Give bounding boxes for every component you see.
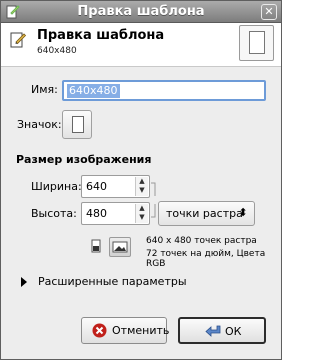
name-label: Имя:	[31, 83, 58, 96]
chain-link-icon[interactable]	[151, 182, 157, 218]
unit-select-value: точки растра	[166, 207, 243, 220]
ok-button[interactable]: ОК	[178, 317, 266, 344]
height-label: Высота:	[31, 207, 77, 220]
image-info-resolution: 72 точек на дюйм, Цвета RGB	[146, 249, 266, 269]
name-input-value: 640x480	[67, 84, 120, 98]
cancel-button[interactable]: Отменить	[81, 317, 170, 344]
header-subtitle: 640x480	[37, 46, 77, 56]
advanced-options-expander[interactable]: Расширенные параметры	[38, 275, 187, 288]
image-size-heading: Размер изображения	[16, 153, 152, 166]
portrait-orientation-button[interactable]	[85, 237, 107, 257]
image-info-pixels: 640 x 480 точек растра	[146, 236, 257, 246]
name-input[interactable]: 640x480	[62, 80, 266, 101]
width-label: Ширина:	[31, 180, 82, 193]
dialog-header: Правка шаблона 640x480	[1, 23, 281, 67]
width-value: 640	[86, 180, 107, 193]
height-spinbutton[interactable]: 480 ▲ ▼	[81, 202, 150, 225]
expander-arrow-icon[interactable]	[21, 277, 27, 287]
edit-template-icon	[9, 31, 27, 49]
unit-select[interactable]: точки растра ⬍	[158, 201, 255, 226]
landscape-orientation-button[interactable]	[109, 237, 131, 257]
spin-arrows-icon[interactable]: ▲ ▼	[135, 177, 148, 196]
header-title: Правка шаблона	[37, 28, 165, 43]
paper-icon	[249, 31, 265, 54]
icon-picker-button[interactable]	[62, 110, 92, 139]
template-preview-icon	[239, 25, 274, 61]
title-bar[interactable]: Правка шаблона ✕	[1, 1, 281, 23]
dialog-window: Правка шаблона ✕ Правка шаблона 640x480 …	[0, 0, 282, 360]
width-spinbutton[interactable]: 640 ▲ ▼	[81, 175, 150, 198]
close-icon[interactable]: ✕	[261, 4, 277, 20]
cancel-icon	[92, 323, 107, 338]
ok-arrow-icon	[205, 324, 223, 339]
spin-arrows-icon[interactable]: ▲ ▼	[135, 204, 148, 223]
height-value: 480	[86, 207, 107, 220]
ok-label: ОК	[225, 325, 242, 338]
cancel-label: Отменить	[112, 324, 170, 337]
paper-icon	[72, 116, 84, 133]
icon-label: Значок:	[17, 118, 62, 131]
window-title: Правка шаблона	[77, 4, 205, 19]
chevron-updown-icon: ⬍	[238, 206, 248, 219]
